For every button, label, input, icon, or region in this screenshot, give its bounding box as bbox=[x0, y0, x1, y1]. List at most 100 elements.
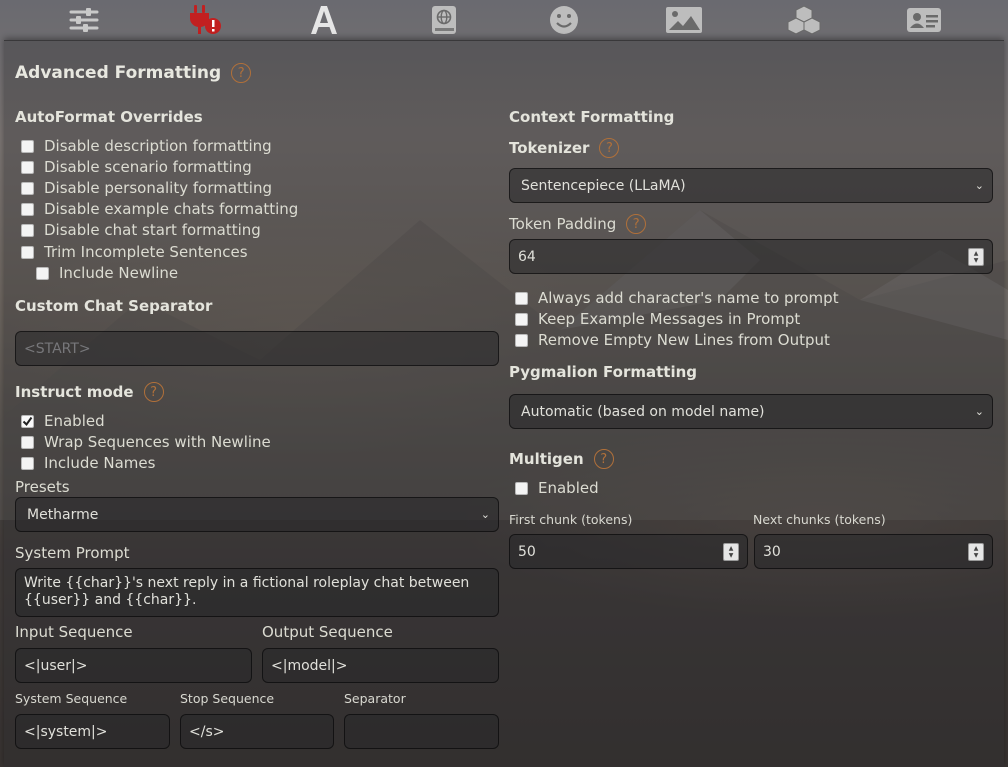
output-sequence-label: Output Sequence bbox=[262, 623, 393, 641]
tokenizer-heading-text: Tokenizer bbox=[509, 139, 590, 157]
page-title-text: Advanced Formatting bbox=[15, 63, 222, 83]
help-icon[interactable]: ? bbox=[593, 449, 614, 469]
checkbox-label: Include Names bbox=[44, 454, 156, 472]
checkbox-box[interactable] bbox=[21, 202, 34, 216]
presets-label: Presets bbox=[15, 478, 70, 496]
system-prompt-textarea[interactable]: Write {{char}}'s next reply in a fiction… bbox=[15, 568, 499, 617]
checkbox-label: Include Newline bbox=[59, 264, 179, 282]
next-chunks-label: Next chunks (tokens) bbox=[753, 512, 886, 527]
checkbox-box[interactable] bbox=[21, 223, 34, 237]
next-chunks-input[interactable]: 30 ▲ ▼ bbox=[754, 534, 993, 569]
checkbox-keep-example-messages[interactable]: Keep Example Messages in Prompt bbox=[515, 310, 800, 328]
input-sequence-label: Input Sequence bbox=[15, 623, 133, 641]
checkbox-include-newline[interactable]: Include Newline bbox=[36, 264, 178, 282]
smiley-icon[interactable] bbox=[544, 0, 584, 40]
custom-separator-input[interactable]: <START> bbox=[15, 331, 499, 366]
number-stepper-icon[interactable]: ▲ ▼ bbox=[968, 247, 984, 266]
multigen-heading-text: Multigen bbox=[509, 450, 584, 468]
help-icon[interactable]: ? bbox=[143, 382, 164, 402]
checkbox-label: Disable description formatting bbox=[44, 137, 272, 155]
checkbox-label: Disable chat start formatting bbox=[44, 221, 261, 239]
checkbox-label: Always add character's name to prompt bbox=[538, 289, 839, 307]
autoformat-heading: AutoFormat Overrides bbox=[15, 108, 203, 126]
chevron-down-icon: ⌄ bbox=[974, 179, 984, 192]
checkbox-label: Remove Empty New Lines from Output bbox=[538, 331, 830, 349]
checkbox-disable-description[interactable]: Disable description formatting bbox=[21, 137, 272, 155]
checkbox-disable-chat-start[interactable]: Disable chat start formatting bbox=[21, 221, 261, 239]
checkbox-label: Enabled bbox=[44, 412, 105, 430]
presets-select-value: Metharme bbox=[27, 506, 99, 523]
checkbox-disable-scenario[interactable]: Disable scenario formatting bbox=[21, 158, 252, 176]
tokenizer-select[interactable]: Sentencepiece (LLaMA) ⌄ bbox=[509, 168, 993, 203]
advanced-formatting-drawer: Advanced Formatting ? AutoFormat Overrid… bbox=[4, 40, 1004, 767]
checkbox-instruct-enabled[interactable]: Enabled bbox=[21, 412, 105, 430]
checkbox-box[interactable] bbox=[21, 139, 34, 153]
cubes-icon[interactable] bbox=[784, 0, 824, 40]
checkbox-always-add-name[interactable]: Always add character's name to prompt bbox=[515, 289, 839, 307]
checkbox-box[interactable] bbox=[21, 245, 34, 259]
tokenizer-select-value: Sentencepiece (LLaMA) bbox=[521, 177, 686, 194]
checkbox-disable-example-chats[interactable]: Disable example chats formatting bbox=[21, 200, 298, 218]
token-padding-label: Token Padding ? bbox=[509, 214, 647, 234]
checkbox-box-checked[interactable] bbox=[21, 414, 34, 428]
number-stepper-icon[interactable]: ▲ ▼ bbox=[968, 542, 984, 561]
chevron-down-icon: ⌄ bbox=[480, 508, 490, 521]
chevron-down-icon: ⌄ bbox=[974, 405, 984, 418]
book-globe-icon[interactable] bbox=[424, 0, 464, 40]
checkbox-box[interactable] bbox=[515, 481, 528, 495]
checkbox-box[interactable] bbox=[515, 333, 528, 347]
plug-warning-icon[interactable] bbox=[184, 0, 224, 40]
instruct-mode-heading-text: Instruct mode bbox=[15, 383, 134, 401]
checkbox-multigen-enabled[interactable]: Enabled bbox=[515, 479, 599, 497]
pygmalion-select-value: Automatic (based on model name) bbox=[521, 403, 765, 420]
system-prompt-label: System Prompt bbox=[15, 544, 130, 562]
system-sequence-input[interactable]: <|system|> bbox=[15, 714, 170, 749]
checkbox-label: Trim Incomplete Sentences bbox=[44, 243, 248, 261]
checkbox-box[interactable] bbox=[36, 266, 49, 280]
checkbox-trim-incomplete[interactable]: Trim Incomplete Sentences bbox=[21, 243, 248, 261]
stop-sequence-input[interactable]: </s> bbox=[180, 714, 334, 749]
checkbox-include-names[interactable]: Include Names bbox=[21, 454, 155, 472]
token-padding-input[interactable]: 64 ▲ ▼ bbox=[509, 239, 993, 274]
font-a-icon[interactable] bbox=[304, 0, 344, 40]
id-card-icon[interactable] bbox=[904, 0, 944, 40]
checkbox-disable-personality[interactable]: Disable personality formatting bbox=[21, 179, 272, 197]
checkbox-box[interactable] bbox=[515, 291, 528, 305]
tokenizer-heading: Tokenizer ? bbox=[509, 138, 620, 158]
checkbox-label: Disable personality formatting bbox=[44, 179, 273, 197]
checkbox-box[interactable] bbox=[515, 312, 528, 326]
help-icon[interactable]: ? bbox=[231, 63, 252, 83]
checkbox-box[interactable] bbox=[21, 160, 34, 174]
system-sequence-label: System Sequence bbox=[15, 691, 128, 706]
output-sequence-input[interactable]: <|model|> bbox=[262, 648, 499, 683]
first-chunk-value: 50 bbox=[518, 543, 536, 560]
context-formatting-heading: Context Formatting bbox=[509, 108, 675, 126]
pygmalion-formatting-heading: Pygmalion Formatting bbox=[509, 363, 698, 381]
top-nav-bar bbox=[0, 0, 1008, 40]
checkbox-label: Enabled bbox=[538, 479, 599, 497]
first-chunk-input[interactable]: 50 ▲ ▼ bbox=[509, 534, 748, 569]
help-icon[interactable]: ? bbox=[599, 138, 620, 158]
first-chunk-label: First chunk (tokens) bbox=[509, 512, 633, 527]
custom-separator-heading: Custom Chat Separator bbox=[15, 297, 213, 315]
image-icon[interactable] bbox=[664, 0, 704, 40]
checkbox-box[interactable] bbox=[21, 456, 34, 470]
number-stepper-icon[interactable]: ▲ ▼ bbox=[723, 542, 739, 561]
sliders-icon[interactable] bbox=[64, 0, 104, 40]
input-sequence-input[interactable]: <|user|> bbox=[15, 648, 252, 683]
help-icon[interactable]: ? bbox=[626, 214, 647, 234]
token-padding-label-text: Token Padding bbox=[509, 215, 617, 233]
page-title: Advanced Formatting ? bbox=[15, 63, 252, 83]
checkbox-remove-empty-lines[interactable]: Remove Empty New Lines from Output bbox=[515, 331, 830, 349]
checkbox-box[interactable] bbox=[21, 181, 34, 195]
token-padding-value: 64 bbox=[518, 248, 536, 265]
instruct-mode-heading: Instruct mode ? bbox=[15, 382, 164, 402]
pygmalion-formatting-select[interactable]: Automatic (based on model name) ⌄ bbox=[509, 394, 993, 429]
checkbox-wrap-sequences[interactable]: Wrap Sequences with Newline bbox=[21, 433, 271, 451]
separator-input[interactable] bbox=[344, 714, 499, 749]
checkbox-label: Wrap Sequences with Newline bbox=[44, 433, 271, 451]
next-chunks-value: 30 bbox=[763, 543, 781, 560]
presets-select[interactable]: Metharme ⌄ bbox=[15, 497, 499, 532]
checkbox-label: Disable scenario formatting bbox=[44, 158, 252, 176]
checkbox-box[interactable] bbox=[21, 435, 34, 449]
